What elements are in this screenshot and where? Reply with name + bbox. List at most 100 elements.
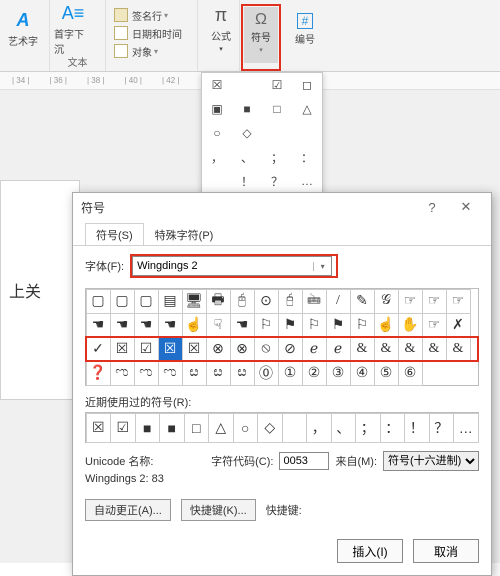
recent-cell[interactable]: … <box>453 413 479 443</box>
char-cell[interactable]: ⚑ <box>278 313 303 338</box>
recent-cell[interactable]: ☒ <box>86 413 112 443</box>
char-cell[interactable]: ℯ <box>302 337 327 362</box>
char-cell[interactable]: & <box>374 337 399 362</box>
char-cell[interactable]: ④ <box>350 361 375 386</box>
symbol-dropdown-cell[interactable]: ☑ <box>262 73 292 97</box>
char-cell[interactable]: ಌ <box>158 361 183 386</box>
recent-cell[interactable]: ◇ <box>257 413 283 443</box>
char-cell[interactable]: ❓ <box>86 361 111 386</box>
char-cell[interactable]: ☚ <box>158 313 183 338</box>
char-cell[interactable]: ⑤ <box>374 361 399 386</box>
dropcap-button[interactable]: A≡ 首字下沉 <box>54 6 92 52</box>
char-cell[interactable]: & <box>446 337 471 362</box>
recent-cell[interactable]: ： <box>380 413 406 443</box>
char-cell[interactable]: ☟ <box>206 313 231 338</box>
shortcut-key-button[interactable]: 快捷键(K)... <box>181 499 256 521</box>
char-cell[interactable]: ☚ <box>134 313 159 338</box>
recent-cell[interactable]: ☑ <box>110 413 136 443</box>
symbol-dropdown-cell[interactable] <box>202 169 232 193</box>
char-cell[interactable]: ⦸ <box>254 337 279 362</box>
char-cell[interactable]: ⓪ <box>254 361 279 386</box>
char-cell[interactable]: ▢ <box>86 289 111 314</box>
symbol-dropdown-cell[interactable]: ： <box>292 145 322 169</box>
char-cell[interactable]: ▢ <box>134 289 159 314</box>
symbol-dropdown-cell[interactable]: ◻ <box>292 73 322 97</box>
recent-cell[interactable]: ， <box>306 413 332 443</box>
char-cell[interactable]: ☑ <box>134 337 159 362</box>
char-cell[interactable]: ☒ <box>158 337 183 362</box>
number-button[interactable]: # 编号 <box>286 6 324 52</box>
char-cell[interactable]: 𝒢 <box>374 289 399 314</box>
recent-cell[interactable]: ■ <box>159 413 185 443</box>
char-cell[interactable]: 🖰 <box>230 289 255 314</box>
symbol-dropdown-cell[interactable]: ☒ <box>202 73 232 97</box>
char-cell[interactable]: ✗ <box>446 313 471 338</box>
char-cell[interactable]: ☒ <box>110 337 135 362</box>
symbol-dropdown-cell[interactable] <box>262 121 292 145</box>
char-cell[interactable]: 🖯 <box>278 289 303 314</box>
font-input[interactable] <box>133 257 313 275</box>
char-cell[interactable]: 🖶 <box>206 289 231 314</box>
char-cell[interactable]: ① <box>278 361 303 386</box>
recent-cell[interactable]: ？ <box>429 413 455 443</box>
char-cell[interactable]: ☚ <box>110 313 135 338</box>
object-button[interactable]: 对象▾ <box>110 42 193 60</box>
symbol-dropdown-cell[interactable]: … <box>292 169 322 193</box>
char-cell[interactable]: & <box>422 337 447 362</box>
help-button[interactable]: ? <box>415 200 449 215</box>
equation-button[interactable]: π 公式 ▾ <box>202 6 240 52</box>
chevron-down-icon[interactable]: ▾ <box>313 262 331 271</box>
recent-cell[interactable]: ○ <box>233 413 259 443</box>
symbol-dropdown-cell[interactable]: ！ <box>232 169 262 193</box>
date-time-button[interactable]: 日期和时间 <box>110 24 193 42</box>
char-cell[interactable]: ✋ <box>398 313 423 338</box>
char-cell[interactable]: & <box>350 337 375 362</box>
symbol-dropdown-cell[interactable]: ▣ <box>202 97 232 121</box>
char-cell[interactable]: ೞ <box>230 361 255 386</box>
insert-button[interactable]: 插入(I) <box>337 539 403 563</box>
char-cell[interactable]: ☞ <box>422 313 447 338</box>
char-cell[interactable]: / <box>326 289 351 314</box>
tab-special[interactable]: 特殊字符(P) <box>144 223 225 245</box>
char-cell[interactable]: ☞ <box>446 289 471 314</box>
symbol-dropdown-cell[interactable]: ■ <box>232 97 262 121</box>
char-cell[interactable]: ⊗ <box>230 337 255 362</box>
recent-cell[interactable]: □ <box>184 413 210 443</box>
symbol-dropdown-cell[interactable] <box>232 73 262 97</box>
cancel-button[interactable]: 取消 <box>413 539 479 563</box>
char-cell[interactable]: ⚑ <box>326 313 351 338</box>
from-select[interactable]: 符号(十六进制) <box>383 451 479 471</box>
char-cell[interactable]: 🖮 <box>302 289 327 314</box>
symbol-dropdown-cell[interactable]: □ <box>262 97 292 121</box>
autocorrect-button[interactable]: 自动更正(A)... <box>85 499 171 521</box>
char-cell[interactable]: ಌ <box>110 361 135 386</box>
char-code-input[interactable] <box>279 452 329 470</box>
char-cell[interactable]: ℯ <box>326 337 351 362</box>
char-cell[interactable]: ☚ <box>86 313 111 338</box>
close-button[interactable]: ✕ <box>449 199 483 215</box>
char-cell[interactable]: ✎ <box>350 289 375 314</box>
char-cell[interactable]: ⚐ <box>350 313 375 338</box>
symbol-dropdown-cell[interactable]: 、 <box>232 145 262 169</box>
char-cell[interactable]: & <box>398 337 423 362</box>
char-cell[interactable]: ☚ <box>230 313 255 338</box>
char-cell[interactable]: ೞ <box>206 361 231 386</box>
char-cell[interactable]: ⊙ <box>254 289 279 314</box>
symbol-dropdown-cell[interactable]: △ <box>292 97 322 121</box>
font-select[interactable]: ▾ <box>132 256 332 276</box>
wordart-button[interactable]: A 艺术字 <box>4 6 42 52</box>
symbol-dropdown-cell[interactable]: ； <box>262 145 292 169</box>
char-cell[interactable]: ② <box>302 361 327 386</box>
char-cell[interactable]: ☞ <box>398 289 423 314</box>
symbol-button[interactable]: Ω 符号 ▾ <box>244 7 278 63</box>
symbol-dropdown-cell[interactable]: ， <box>202 145 232 169</box>
symbol-dropdown-cell[interactable]: ○ <box>202 121 232 145</box>
char-cell[interactable]: ☝ <box>374 313 399 338</box>
char-cell[interactable]: ೞ <box>182 361 207 386</box>
char-cell[interactable]: ಌ <box>134 361 159 386</box>
recent-cell[interactable]: ； <box>355 413 381 443</box>
char-cell[interactable]: 🖥 <box>182 289 207 314</box>
tab-symbols[interactable]: 符号(S) <box>85 223 144 245</box>
char-cell[interactable]: ✓ <box>86 337 111 362</box>
recent-cell[interactable]: ■ <box>135 413 161 443</box>
